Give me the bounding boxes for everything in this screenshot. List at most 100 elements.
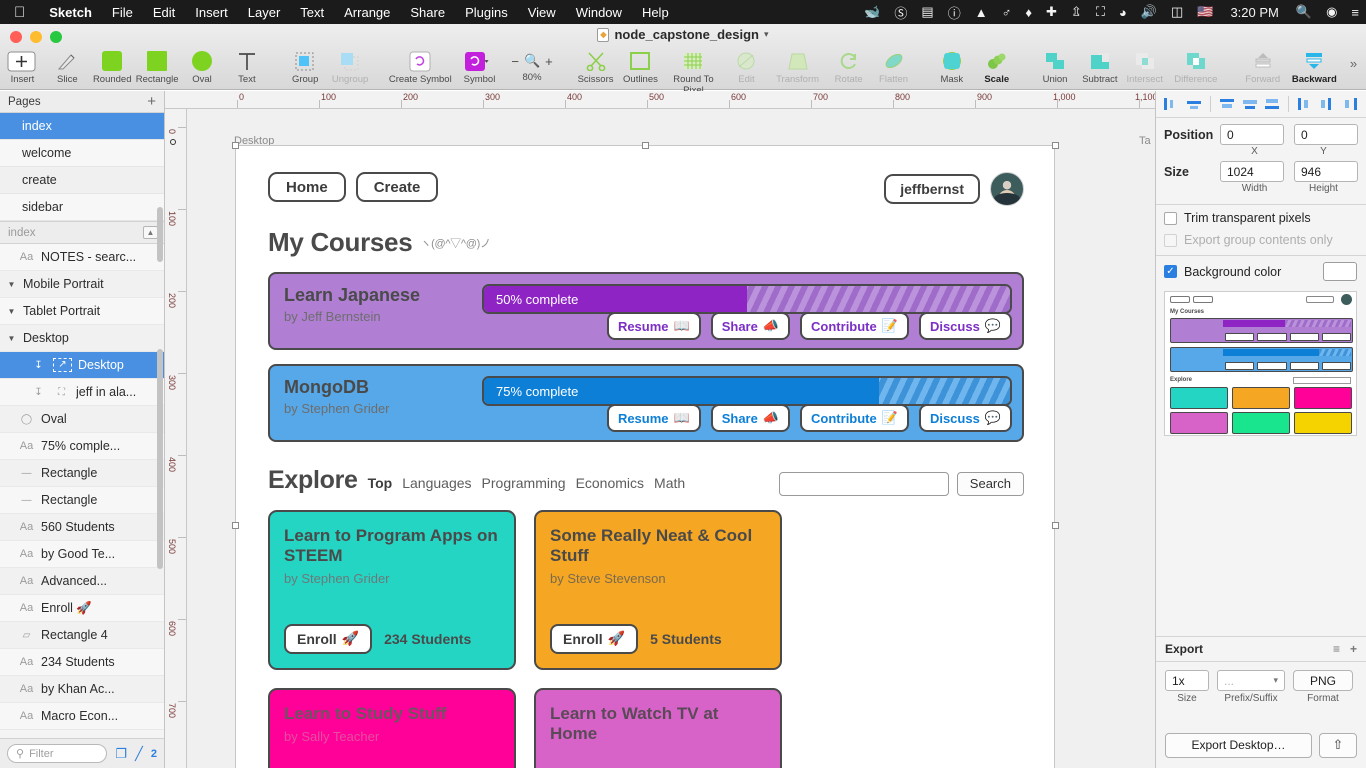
toolbar-scale[interactable]: Scale — [974, 48, 1019, 85]
distribute-right-icon[interactable] — [1340, 93, 1362, 115]
layer-row[interactable]: ▱ Rectangle 4 — [0, 622, 164, 649]
layer-row[interactable]: Aa Advanced... — [0, 568, 164, 595]
design-canvas[interactable]: Desktop Ta Home Create jeffbernst My Cou… — [187, 109, 1155, 768]
explore-tab-programming[interactable]: Programming — [482, 475, 566, 491]
course-card-learn-japanese[interactable]: Learn Japanese by Jeff Bernstein 50% com… — [268, 272, 1024, 350]
trim-checkbox[interactable] — [1164, 211, 1177, 225]
layer-row[interactable]: ◯ Oval — [0, 406, 164, 433]
layer-row[interactable]: — Rectangle — [0, 460, 164, 487]
toolbar-slice[interactable]: Slice — [45, 48, 90, 85]
discuss-button[interactable]: Discuss 💬 — [918, 312, 1012, 340]
background-color-checkbox[interactable]: ✓ — [1164, 265, 1177, 278]
layer-row[interactable]: Aa Enroll 🚀 — [0, 595, 164, 622]
dropbox-icon[interactable]: ▲ — [968, 5, 995, 20]
align-center-h-icon[interactable] — [1183, 93, 1205, 115]
layer-row[interactable]: Aa NOTES - searc... — [0, 244, 164, 271]
enroll-button[interactable]: Enroll 🚀 — [550, 623, 639, 654]
resume-button[interactable]: Resume 📖 — [606, 312, 701, 340]
toolbar-group[interactable]: Group — [283, 48, 328, 85]
artboard-name-label-right[interactable]: Ta — [1139, 135, 1151, 147]
menu-item-text[interactable]: Text — [290, 5, 334, 20]
menu-item-help[interactable]: Help — [632, 5, 679, 20]
selection-handle-mr[interactable] — [1052, 522, 1059, 529]
airplay-icon[interactable]: ⛶ — [1089, 4, 1112, 20]
zoom-out-button[interactable]: − — [511, 54, 519, 69]
selection-handle-ml[interactable] — [232, 522, 239, 529]
layer-row[interactable]: Aa 234 Students — [0, 649, 164, 676]
toolbar-symbol[interactable]: Symbol — [455, 48, 505, 85]
layers-scrollbar[interactable] — [157, 349, 163, 569]
menu-item-share[interactable]: Share — [400, 5, 455, 20]
selection-handle-tl[interactable] — [232, 142, 239, 149]
notification-center-icon[interactable]: ≡ — [1344, 5, 1366, 20]
export-format-select[interactable]: PNG — [1293, 670, 1353, 691]
explore-card-cool-stuff[interactable]: Some Really Neat & Cool Stuff by Steve S… — [534, 509, 782, 670]
position-y-input[interactable]: 0 — [1294, 124, 1358, 145]
siri-icon[interactable]: ◉ — [1319, 4, 1344, 20]
layer-row[interactable]: Aa 560 Students — [0, 514, 164, 541]
position-x-input[interactable]: 0 — [1220, 124, 1284, 145]
apple-menu-icon[interactable]:  — [0, 5, 39, 20]
explore-card-watch-tv[interactable]: Learn to Watch TV at Home — [534, 687, 782, 768]
course-card-mongodb[interactable]: MongoDB by Stephen Grider 75% complete R… — [268, 364, 1024, 442]
enroll-button[interactable]: Enroll 🚀 — [284, 623, 373, 654]
volume-icon[interactable]: 🔊 — [1134, 4, 1164, 20]
menu-item-arrange[interactable]: Arrange — [334, 5, 400, 20]
disclosure-icon[interactable]: ▼ — [6, 334, 17, 343]
duplicate-icon[interactable]: ❐ — [115, 746, 127, 762]
layer-row[interactable]: ▼ Desktop — [0, 325, 164, 352]
distribute-center-icon[interactable] — [1317, 93, 1339, 115]
toolbar-mask[interactable]: Mask — [929, 48, 974, 85]
chevron-down-icon[interactable]: ▾ — [764, 29, 769, 40]
align-bottom-icon[interactable] — [1262, 93, 1284, 115]
menu-item-plugins[interactable]: Plugins — [455, 5, 518, 20]
filter-input[interactable]: ⚲ Filter — [7, 744, 108, 763]
explore-tab-languages[interactable]: Languages — [402, 475, 471, 491]
zoom-in-button[interactable]: + — [545, 54, 553, 69]
toolbar-round-to-pixel[interactable]: Round To Pixel — [663, 48, 724, 96]
toolbar-scissors[interactable]: Scissors — [573, 48, 618, 85]
menu-item-insert[interactable]: Insert — [185, 5, 238, 20]
menu-item-layer[interactable]: Layer — [238, 5, 291, 20]
toolbar-outlines[interactable]: Outlines — [618, 48, 663, 85]
explore-tab-economics[interactable]: Economics — [576, 475, 644, 491]
align-middle-icon[interactable] — [1239, 93, 1261, 115]
selection-handle-tr[interactable] — [1052, 142, 1059, 149]
artboard-desktop[interactable]: Home Create jeffbernst My Courses ヽ(@^▽^@… — [235, 145, 1055, 768]
selection-handle-tc[interactable] — [642, 142, 649, 149]
username-button[interactable]: jeffbernst — [884, 174, 980, 204]
explore-tab-top[interactable]: Top — [368, 475, 393, 491]
page-item-index[interactable]: index — [0, 113, 164, 140]
collapse-all-icon[interactable]: ▲ — [143, 226, 158, 239]
add-page-button[interactable]: + — [147, 94, 156, 109]
background-color-row[interactable]: ✓ Background color — [1156, 256, 1366, 283]
toolbar-subtract[interactable]: Subtract — [1077, 48, 1122, 85]
toolbar-backward[interactable]: Backward — [1288, 48, 1342, 85]
contribute-button[interactable]: Contribute 📝 — [800, 404, 909, 432]
wifi-icon[interactable]: ◕ — [1112, 5, 1134, 20]
battery-icon[interactable]: ◫ — [1164, 4, 1190, 20]
contribute-button[interactable]: Contribute 📝 — [800, 312, 909, 340]
search-input[interactable] — [778, 471, 949, 496]
explore-card-study-stuff[interactable]: Learn to Study Stuff by Sally Teacher En… — [268, 687, 516, 768]
toolbar-rectangle[interactable]: Rectangle — [135, 48, 180, 85]
page-item-sidebar[interactable]: sidebar — [0, 194, 164, 221]
pencil-icon[interactable]: ╱ — [135, 746, 143, 762]
layer-row[interactable]: ▼ Tablet Portrait — [0, 298, 164, 325]
align-top-icon[interactable] — [1216, 93, 1238, 115]
bluetooth-icon[interactable]: ⇫ — [1064, 4, 1089, 20]
menubar-clock[interactable]: 3:20 PM — [1220, 5, 1288, 20]
layer-row[interactable]: Aa by Khan Ac... — [0, 676, 164, 703]
flame-icon[interactable]: ♦ — [1018, 5, 1039, 20]
layer-row[interactable]: ↧ ⛶ jeff in ala... — [0, 379, 164, 406]
menu-item-edit[interactable]: Edit — [143, 5, 185, 20]
pages-scrollbar[interactable] — [157, 207, 163, 262]
explore-card-steem[interactable]: Learn to Program Apps on STEEM by Stephe… — [268, 509, 516, 670]
info-icon[interactable]: ⓘ — [941, 3, 968, 22]
height-input[interactable]: 946 — [1294, 161, 1358, 182]
toolbar-rounded[interactable]: Rounded — [90, 48, 135, 85]
toolbar-text[interactable]: Text — [224, 48, 269, 85]
search-button[interactable]: Search — [956, 471, 1024, 496]
nav-button-home[interactable]: Home — [268, 172, 346, 202]
menu-item-file[interactable]: File — [102, 5, 143, 20]
